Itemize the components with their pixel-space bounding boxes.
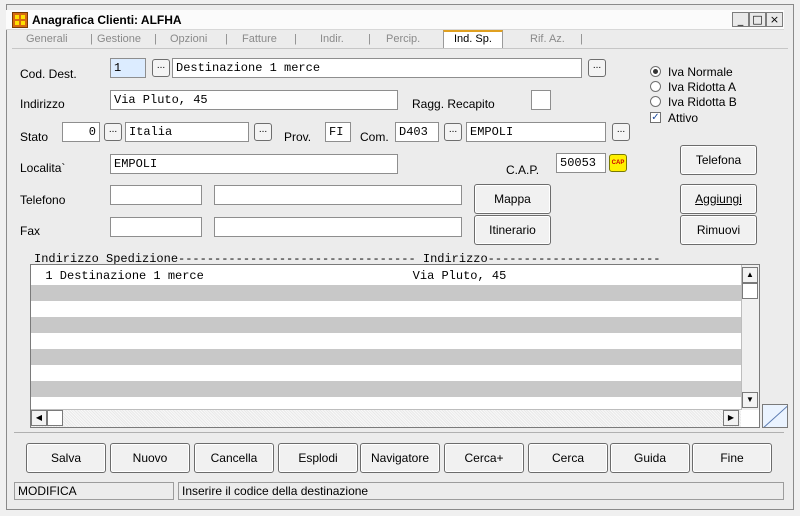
window-title: Anagrafica Clienti: ALFHA xyxy=(32,13,182,27)
com-lookup-button[interactable]: ... xyxy=(444,123,462,141)
iva-normale-radio[interactable] xyxy=(650,66,661,77)
fax-number-field[interactable] xyxy=(214,217,462,237)
iva-ridotta-a-label: Iva Ridotta A xyxy=(668,80,737,94)
app-icon xyxy=(12,12,28,28)
iva-ridotta-b-radio[interactable] xyxy=(650,96,661,107)
iva-normale-label: Iva Normale xyxy=(668,65,733,79)
scroll-left-icon[interactable]: ◀ xyxy=(31,410,47,426)
tab-ind-sp[interactable]: Ind. Sp. xyxy=(443,30,503,48)
attivo-label: Attivo xyxy=(668,111,699,125)
iva-ridotta-b-label: Iva Ridotta B xyxy=(668,95,737,109)
com-code-field[interactable]: D403 xyxy=(395,122,439,142)
stato-name-field[interactable]: Italia xyxy=(125,122,249,142)
telefona-button[interactable]: Telefona xyxy=(680,145,757,175)
fax-label: Fax xyxy=(20,224,41,238)
cap-lookup-icon[interactable]: CAP xyxy=(609,154,627,172)
esplodi-button[interactable]: Esplodi xyxy=(278,443,358,473)
list-item[interactable]: 1 Destinazione 1 merce Via Pluto, 45 xyxy=(31,269,741,285)
cod-dest-lookup-button[interactable]: ... xyxy=(152,59,170,77)
indirizzo-field[interactable]: Via Pluto, 45 xyxy=(110,90,398,110)
ragg-recapito-field[interactable] xyxy=(531,90,551,110)
status-message: Inserire il codice della destinazione xyxy=(178,482,784,500)
nuovo-button[interactable]: Nuovo xyxy=(110,443,190,473)
tab-indir[interactable]: Indir. xyxy=(320,33,344,45)
status-mode: MODIFICA xyxy=(14,482,174,500)
scroll-right-icon[interactable]: ▶ xyxy=(723,410,739,426)
vertical-scrollbar[interactable]: ▲ ▼ xyxy=(741,265,759,410)
descrizione-lookup-button[interactable]: ... xyxy=(588,59,606,77)
rimuovi-button[interactable]: Rimuovi xyxy=(680,215,757,245)
com-label: Com. xyxy=(360,130,389,144)
resize-corner-icon[interactable] xyxy=(762,404,788,428)
fax-prefix-field[interactable] xyxy=(110,217,202,237)
telefono-prefix-field[interactable] xyxy=(110,185,202,205)
close-icon[interactable]: × xyxy=(766,12,783,27)
stato-lookup-button[interactable]: ... xyxy=(104,123,122,141)
scroll-up-icon[interactable]: ▲ xyxy=(742,267,758,283)
descrizione-field[interactable]: Destinazione 1 merce xyxy=(172,58,582,78)
tab-opzioni[interactable]: Opzioni xyxy=(170,33,207,45)
cod-dest-label: Cod. Dest. xyxy=(20,67,77,81)
tab-rif-az[interactable]: Rif. Az. xyxy=(530,33,565,45)
attivo-checkbox[interactable]: ✓ xyxy=(650,112,661,123)
list-row-empty xyxy=(31,381,741,397)
tab-divider xyxy=(12,48,788,49)
prov-label: Prov. xyxy=(284,130,312,144)
com-name-field[interactable]: EMPOLI xyxy=(466,122,606,142)
cap-label: C.A.P. xyxy=(506,163,540,177)
tab-generali[interactable]: Generali xyxy=(26,33,68,45)
navigatore-button[interactable]: Navigatore xyxy=(360,443,440,473)
shipping-address-list[interactable]: 1 Destinazione 1 merce Via Pluto, 45 ▲ ▼… xyxy=(30,264,760,428)
list-row-empty xyxy=(31,317,741,333)
maximize-icon[interactable]: □ xyxy=(749,12,766,27)
guida-button[interactable]: Guida xyxy=(610,443,690,473)
h-scroll-thumb[interactable] xyxy=(47,410,63,426)
cerca-button[interactable]: Cerca xyxy=(528,443,608,473)
mappa-button[interactable]: Mappa xyxy=(474,184,551,214)
tab-percip[interactable]: Percip. xyxy=(386,33,420,45)
itinerario-button[interactable]: Itinerario xyxy=(474,215,551,245)
telefono-number-field[interactable] xyxy=(214,185,462,205)
prov-field[interactable]: FI xyxy=(325,122,351,142)
iva-ridotta-a-radio[interactable] xyxy=(650,81,661,92)
minimize-icon[interactable]: _ xyxy=(732,12,749,27)
indirizzo-label: Indirizzo xyxy=(20,97,65,111)
ragg-recapito-label: Ragg. Recapito xyxy=(412,97,495,111)
salva-button[interactable]: Salva xyxy=(26,443,106,473)
telefono-label: Telefono xyxy=(20,193,66,207)
com-name-lookup-button[interactable]: ... xyxy=(612,123,630,141)
fine-button[interactable]: Fine xyxy=(692,443,772,473)
stato-label: Stato xyxy=(20,130,49,144)
list-row-empty xyxy=(31,349,741,365)
localita-field[interactable]: EMPOLI xyxy=(110,154,398,174)
stato-code-field[interactable]: 0 xyxy=(62,122,100,142)
title-bar: Anagrafica Clienti: ALFHA _ □ × xyxy=(6,10,784,30)
stato-name-lookup-button[interactable]: ... xyxy=(254,123,272,141)
cerca-plus-button[interactable]: Cerca+ xyxy=(444,443,524,473)
cancella-button[interactable]: Cancella xyxy=(194,443,274,473)
scroll-thumb[interactable] xyxy=(742,283,758,299)
tab-bar: Generali | Gestione | Opzioni | Fatture … xyxy=(12,30,782,48)
tab-gestione[interactable]: Gestione xyxy=(97,33,141,45)
cod-dest-field[interactable]: 1 xyxy=(110,58,146,78)
cap-field[interactable]: 50053 xyxy=(556,153,606,173)
localita-label: Localita` xyxy=(20,161,66,175)
scroll-down-icon[interactable]: ▼ xyxy=(742,392,758,408)
aggiungi-button[interactable]: Aggiungi xyxy=(680,184,757,214)
list-row-empty xyxy=(31,285,741,301)
tab-fatture[interactable]: Fatture xyxy=(242,33,277,45)
horizontal-scrollbar[interactable]: ◀ ▶ xyxy=(31,409,741,427)
